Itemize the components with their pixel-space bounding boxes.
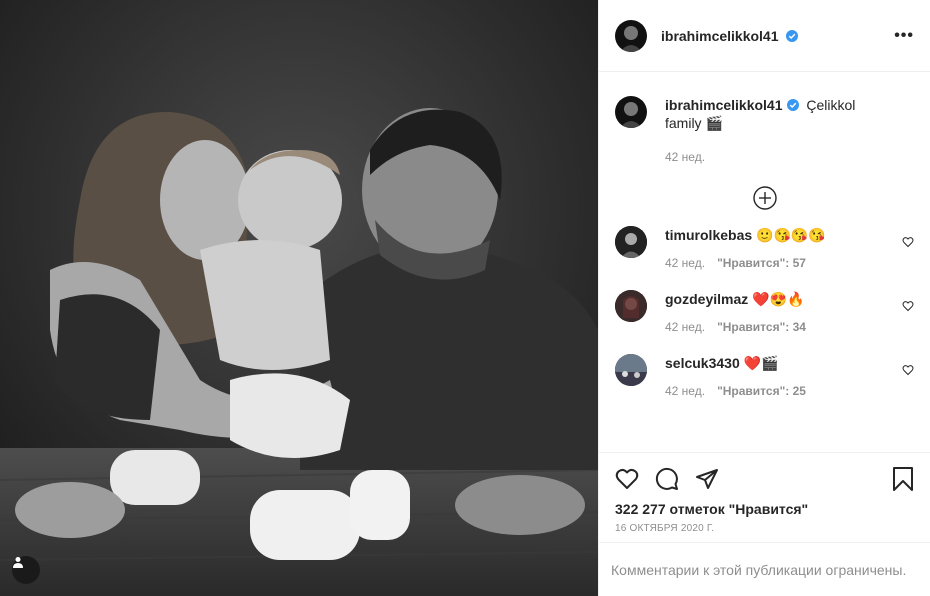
bookmark-icon[interactable] — [892, 467, 914, 491]
comment-item: gozdeyilmaz ❤️😍🔥 42 нед. "Нравится": 34 — [599, 290, 930, 334]
caption-time[interactable]: 42 нед. — [665, 150, 895, 164]
post-actions: 322 277 отметок "Нравится" 16 ОКТЯБРЯ 20… — [599, 452, 930, 534]
comment-likes[interactable]: "Нравится": 25 — [717, 384, 806, 398]
comment-item: timurolkebas 🙂😘😘😘 42 нед. "Нравится": 57 — [599, 226, 930, 270]
more-options-button[interactable]: ••• — [894, 27, 914, 45]
commenter-avatar[interactable] — [615, 290, 647, 322]
comment-username[interactable]: gozdeyilmaz — [665, 291, 748, 307]
user-tag-icon — [13, 557, 23, 568]
comment-likes[interactable]: "Нравится": 34 — [717, 320, 806, 334]
heart-icon[interactable] — [902, 300, 914, 312]
tagged-users-button[interactable] — [12, 556, 40, 584]
commenter-avatar[interactable] — [615, 354, 647, 386]
commenter-avatar[interactable] — [615, 226, 647, 258]
post-side-panel: ibrahimcelikkol41 ••• ibrahimcelikkol41 … — [598, 0, 930, 596]
comment-time[interactable]: 42 нед. — [665, 384, 705, 398]
author-username[interactable]: ibrahimcelikkol41 — [661, 28, 779, 44]
comment-username[interactable]: selcuk3430 — [665, 355, 740, 371]
verified-badge-icon — [786, 29, 799, 42]
heart-icon[interactable] — [615, 467, 639, 491]
comment-text: ❤️🎬 — [743, 355, 779, 371]
like-count[interactable]: 322 277 отметок "Нравится" — [615, 501, 914, 517]
heart-icon[interactable] — [902, 364, 914, 376]
comment-text: 🙂😘😘😘 — [756, 227, 826, 243]
comment-likes[interactable]: "Нравится": 57 — [717, 256, 806, 270]
comment-time[interactable]: 42 нед. — [665, 256, 705, 270]
post-date[interactable]: 16 ОКТЯБРЯ 2020 Г. — [615, 523, 914, 534]
post-header: ibrahimcelikkol41 ••• — [599, 0, 930, 72]
comment-text: ❤️😍🔥 — [752, 291, 805, 307]
comment-icon[interactable] — [655, 467, 679, 491]
verified-badge-icon — [786, 99, 799, 111]
post-photo[interactable] — [0, 0, 598, 596]
comments-limited-notice: Комментарии к этой публикации ограничены… — [599, 542, 930, 596]
caption-username[interactable]: ibrahimcelikkol41 — [665, 97, 783, 113]
family-photo-illustration — [0, 0, 598, 596]
comment-item: selcuk3430 ❤️🎬 42 нед. "Нравится": 25 — [599, 354, 930, 398]
paper-plane-icon[interactable] — [695, 467, 719, 491]
comment-time[interactable]: 42 нед. — [665, 320, 705, 334]
author-avatar[interactable] — [615, 96, 647, 128]
author-avatar[interactable] — [615, 19, 647, 52]
comment-username[interactable]: timurolkebas — [665, 227, 752, 243]
comments-section: ibrahimcelikkol41 Çelikkol family 🎬 42 н… — [599, 72, 930, 452]
heart-icon[interactable] — [902, 236, 914, 248]
plus-circle-icon — [752, 186, 777, 210]
caption: ibrahimcelikkol41 Çelikkol family 🎬 42 н… — [599, 96, 930, 164]
load-more-comments-button[interactable] — [599, 186, 930, 210]
